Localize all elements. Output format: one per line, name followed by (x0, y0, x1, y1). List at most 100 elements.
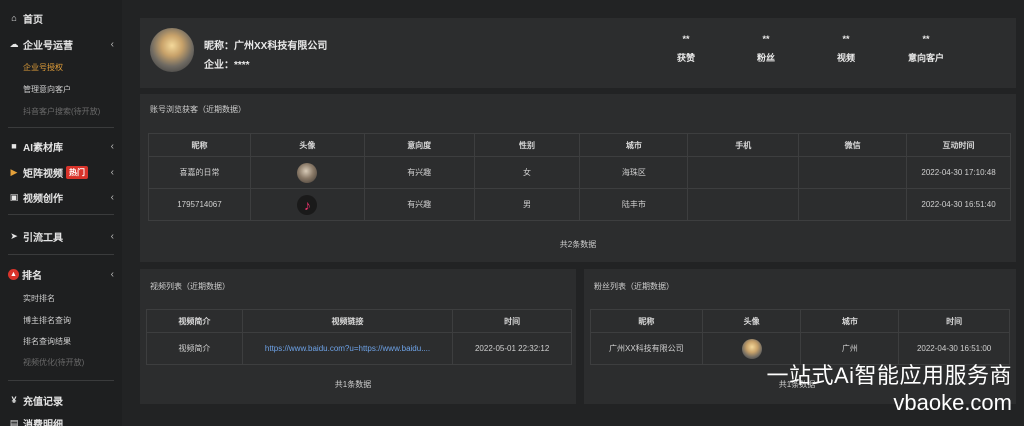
sidebar-item-recharge[interactable]: ¥ 充值记录 (8, 392, 116, 408)
table-header-row: 昵称 头像 意向度 性别 城市 手机 微信 互动时间 (148, 133, 1011, 157)
col-header: 视频链接 (241, 309, 454, 333)
cell-wechat (798, 156, 908, 189)
sidebar-sub-manage-customers[interactable]: 管理意向客户 (23, 84, 71, 95)
chevron-left-icon: ‹ (110, 191, 114, 203)
stat-videos: ** 视频 (821, 34, 871, 64)
send-icon: ➤ (10, 230, 18, 241)
sidebar-sub-ranking-results[interactable]: 排名查询结果 (23, 336, 71, 347)
stat-label: 获赞 (676, 53, 695, 63)
col-header: 互动时间 (906, 133, 1011, 157)
cell-avatar: ♪ (249, 188, 365, 221)
sidebar-item-label: 企业号运营 (23, 40, 73, 52)
sidebar-item-label: AI素材库 (23, 142, 63, 154)
sidebar-item-label: 矩阵视频 (23, 168, 63, 180)
cell-intro: 视频简介 (146, 332, 243, 365)
cell-time: 2022-05-01 22:32:12 (452, 332, 572, 365)
sidebar-item-home[interactable]: ⌂ 首页 (8, 10, 116, 26)
cell-phone (687, 188, 800, 221)
watermark-domain: vbaoke.com (893, 390, 1012, 415)
stat-value: ** (842, 34, 850, 44)
sidebar-item-enterprise[interactable]: ☁ 企业号运营 ‹ (8, 36, 116, 52)
video-link[interactable]: https://www.baidu.com?u=https://www.baid… (265, 344, 430, 353)
col-header: 头像 (701, 309, 802, 333)
col-header: 城市 (800, 309, 900, 333)
table-row: 喜嘉的日常 有兴趣 女 海珠区 2022-04-30 17:10:48 (148, 156, 1011, 189)
col-header: 昵称 (148, 133, 251, 157)
stat-value: ** (682, 34, 690, 44)
sidebar-sub-realtime-ranking[interactable]: 实时排名 (23, 293, 55, 304)
sidebar-sub-video-optimize[interactable]: 视频优化(待开放) (23, 357, 84, 368)
stat-label: 粉丝 (756, 53, 775, 63)
avatar: ♪ (297, 194, 318, 215)
chevron-left-icon: ‹ (110, 140, 114, 152)
sidebar-item-ai-library[interactable]: ■ AI素材库 ‹ (8, 138, 116, 154)
profile-nickname: 昵称：广州XX科技有限公司 (204, 37, 327, 52)
col-header: 头像 (249, 133, 365, 157)
chevron-left-icon: ‹ (110, 166, 114, 178)
divider (8, 127, 114, 128)
section-title: 视频列表（近期数据） (150, 282, 230, 291)
company-value: **** (234, 60, 250, 71)
avatar (297, 162, 318, 183)
col-header: 手机 (687, 133, 800, 157)
chevron-left-icon: ‹ (110, 268, 114, 280)
sidebar-item-expense[interactable]: ▤ 消费明细 (8, 415, 116, 426)
avatar (741, 338, 762, 359)
cell-phone (687, 156, 800, 189)
cell-name: 1795714067 (148, 188, 251, 221)
videos-panel: 视频列表（近期数据） 视频简介 视频链接 时间 视频简介 https://www… (140, 269, 576, 404)
sidebar-item-label: 排名 (22, 270, 42, 282)
section-title: 粉丝列表（近期数据） (594, 282, 674, 291)
yen-icon: ¥ (11, 395, 17, 405)
sidebar-item-ranking[interactable]: ▲ 排名 ‹ (8, 266, 116, 282)
sidebar-sub-customer-search[interactable]: 抖音客户搜索(待开放) (23, 106, 100, 117)
sidebar-sub-blogger-ranking[interactable]: 博主排名查询 (23, 315, 71, 326)
divider (8, 380, 114, 381)
visitors-panel: 账号浏览获客（近期数据） 昵称 头像 意向度 性别 城市 手机 微信 互动时间 … (140, 94, 1016, 262)
stat-likes: ** 获赞 (661, 34, 711, 64)
stat-value: ** (922, 34, 930, 44)
cloud-icon: ☁ (9, 38, 19, 49)
table-footer-count: 共1条数据 (334, 380, 372, 389)
table-header-row: 视频简介 视频链接 时间 (146, 309, 572, 333)
fans-table: 昵称 头像 城市 时间 广州XX科技有限公司 广州 2022-04-30 16:… (590, 309, 1010, 365)
divider (8, 214, 114, 215)
film-icon: ▣ (9, 191, 19, 202)
sidebar-item-label: 视频创作 (23, 193, 63, 205)
cell-city: 陆丰市 (579, 188, 689, 221)
cell-time: 2022-04-30 16:51:40 (906, 188, 1011, 221)
watermark-slogan: 一站式Ai智能应用服务商 (766, 363, 1012, 388)
table-row: 1795714067 ♪ 有兴趣 男 陆丰市 2022-04-30 16:51:… (148, 188, 1011, 221)
stat-prospects: ** 意向客户 (901, 34, 951, 64)
sidebar-item-label: 消费明细 (23, 419, 63, 426)
stat-label: 意向客户 (907, 53, 944, 63)
hot-badge: 热门 (66, 165, 88, 179)
cell-gender: 男 (473, 188, 581, 221)
col-header: 昵称 (590, 309, 703, 333)
col-header: 城市 (579, 133, 689, 157)
sidebar-item-traffic-tools[interactable]: ➤ 引流工具 ‹ (8, 228, 116, 244)
cell-name: 广州XX科技有限公司 (590, 332, 703, 365)
video-icon: ▶ (10, 166, 18, 177)
sidebar-sub-enterprise-auth[interactable]: 企业号授权 (23, 62, 63, 73)
cell-time: 2022-04-30 17:10:48 (906, 156, 1011, 189)
folder-icon: ■ (11, 141, 17, 151)
receipt-icon: ▤ (9, 417, 19, 426)
sidebar-item-label: 引流工具 (23, 232, 63, 244)
avatar (150, 28, 194, 72)
cell-name: 喜嘉的日常 (148, 156, 251, 189)
chevron-left-icon: ‹ (110, 38, 114, 50)
col-header: 意向度 (363, 133, 475, 157)
cell-city: 海珠区 (579, 156, 689, 189)
profile-company: 企业：**** (204, 56, 250, 71)
profile-card: 昵称：广州XX科技有限公司 企业：**** ** 获赞 ** 粉丝 ** 视频 … (140, 18, 1016, 88)
nickname-value: 广州XX科技有限公司 (234, 41, 328, 52)
cell-intent: 有兴趣 (363, 156, 475, 189)
table-header-row: 昵称 头像 城市 时间 (590, 309, 1010, 333)
cell-gender: 女 (473, 156, 581, 189)
sidebar-item-video-create[interactable]: ▣ 视频创作 ‹ (8, 189, 116, 205)
sidebar-item-matrix-video[interactable]: ▶ 矩阵视频 热门 ‹ (8, 164, 116, 180)
home-icon: ⌂ (11, 13, 17, 23)
sidebar: ⌂ 首页 ☁ 企业号运营 ‹ 企业号授权 管理意向客户 抖音客户搜索(待开放) … (0, 0, 122, 426)
col-header: 时间 (898, 309, 1010, 333)
